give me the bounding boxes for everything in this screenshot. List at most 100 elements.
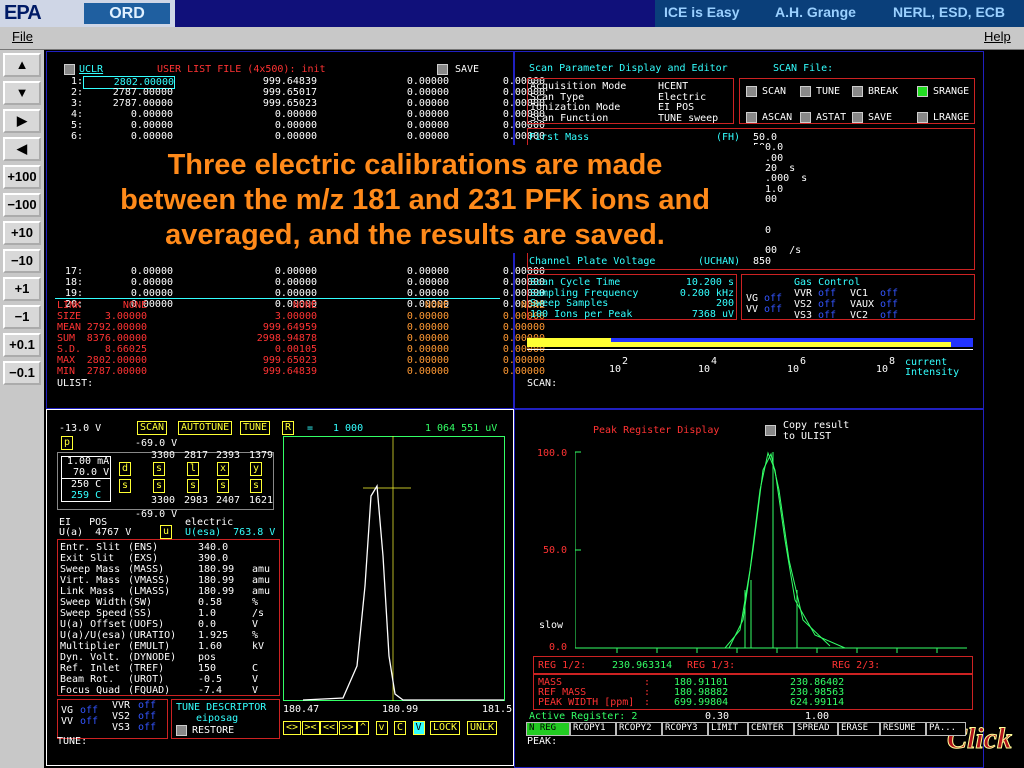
p-button[interactable]: p: [61, 436, 74, 450]
tune-param-value[interactable]: 1.0: [198, 608, 216, 619]
ulist-cell[interactable]: 0.00000: [83, 131, 173, 142]
tune-param-value[interactable]: -0.5: [198, 674, 222, 685]
srange-checkbox[interactable]: [917, 86, 928, 97]
gas-vvr-state[interactable]: off: [818, 288, 836, 299]
d-button[interactable]: d: [119, 462, 132, 476]
s-button-4[interactable]: s: [187, 479, 200, 493]
scan-cycle-value[interactable]: 7368 uV: [658, 309, 734, 320]
scan-cycle-value[interactable]: 10.200 s: [658, 277, 734, 288]
peak-tab-0[interactable]: N REG: [526, 722, 570, 736]
tune-param-value[interactable]: -7.4: [198, 685, 222, 696]
peak-tab-7[interactable]: ERASE: [838, 722, 880, 736]
plus-1-button[interactable]: +1: [3, 277, 41, 301]
break-checkbox[interactable]: [852, 86, 863, 97]
scan-mode-value[interactable]: Electric: [658, 92, 706, 103]
autotune-button[interactable]: AUTOTUNE: [178, 421, 233, 435]
tune-prompt[interactable]: TUNE:: [57, 736, 87, 747]
tune-nav-button[interactable]: <>: [283, 721, 302, 735]
s-button-6[interactable]: s: [250, 479, 263, 493]
tune-nav-button[interactable]: C: [394, 721, 407, 735]
l-button[interactable]: l: [187, 462, 200, 476]
right-arrow-button[interactable]: ▶: [3, 109, 41, 133]
gas-vs3-state[interactable]: off: [818, 310, 836, 321]
gas-vc1-state[interactable]: off: [880, 288, 898, 299]
s-button-3[interactable]: s: [153, 479, 166, 493]
tune-checkbox[interactable]: [800, 86, 811, 97]
peak-tab-6[interactable]: SPREAD: [794, 722, 838, 736]
tune-nav-button[interactable]: <<: [320, 721, 339, 735]
scan-save-checkbox[interactable]: [852, 112, 863, 123]
ulist-save-checkbox[interactable]: [437, 64, 448, 75]
minus-1-button[interactable]: −1: [3, 305, 41, 329]
gas-vs2-state[interactable]: off: [818, 299, 836, 310]
y-button[interactable]: y: [250, 462, 263, 476]
tune-descriptor-value[interactable]: eiposag: [196, 713, 238, 724]
scan-mode-value[interactable]: HCENT: [658, 81, 688, 92]
tune-param-value[interactable]: 0.58: [198, 597, 222, 608]
ulist-prompt[interactable]: ULIST:: [57, 378, 93, 389]
gas-vaux-state[interactable]: off: [880, 299, 898, 310]
tune-param-value[interactable]: 180.99: [198, 564, 234, 575]
peak-tab-4[interactable]: LIMIT: [708, 722, 748, 736]
peak-tab-5[interactable]: CENTER: [748, 722, 794, 736]
tune-nav-button[interactable]: ^: [357, 721, 370, 735]
scan-prompt[interactable]: SCAN:: [527, 378, 557, 389]
scan-cycle-value[interactable]: 0.200 kHz: [658, 288, 734, 299]
scan-mode-value[interactable]: TUNE sweep: [658, 113, 718, 124]
tune-param-value[interactable]: 1.925: [198, 630, 228, 641]
peak-tab-3[interactable]: RCOPY3: [662, 722, 708, 736]
plus-0.1-button[interactable]: +0.1: [3, 333, 41, 357]
unlock-button[interactable]: UNLK: [467, 721, 498, 735]
s-button-5[interactable]: s: [217, 479, 230, 493]
tune-param-value[interactable]: 180.99: [198, 586, 234, 597]
tune-nav-button[interactable]: V: [412, 721, 425, 735]
menu-help[interactable]: Help: [984, 29, 1011, 44]
gas-vg-state[interactable]: off: [764, 293, 782, 304]
copy-result-checkbox[interactable]: [765, 425, 776, 436]
tune-param-value[interactable]: 1.60: [198, 641, 222, 652]
astat-checkbox[interactable]: [800, 112, 811, 123]
peak-tab-8[interactable]: RESUME: [880, 722, 926, 736]
minus-100-button[interactable]: −100: [3, 193, 41, 217]
gas-vv-state[interactable]: off: [764, 304, 782, 315]
tune-vs2-state[interactable]: off: [138, 711, 156, 722]
scan-mode-value[interactable]: EI POS: [658, 102, 694, 113]
ulist-cell[interactable]: 0.00000: [83, 120, 173, 131]
gas-vc2-state[interactable]: off: [880, 310, 898, 321]
plus-10-button[interactable]: +10: [3, 221, 41, 245]
tune-vv-state[interactable]: off: [80, 716, 98, 727]
scan-value[interactable]: 850: [753, 256, 771, 267]
peak-tab-2[interactable]: RCOPY2: [616, 722, 662, 736]
ascan-checkbox[interactable]: [746, 112, 757, 123]
tune-vg-state[interactable]: off: [80, 705, 98, 716]
minus-10-button[interactable]: −10: [3, 249, 41, 273]
left-arrow-button[interactable]: ◀: [3, 137, 41, 161]
peak-prompt[interactable]: PEAK:: [527, 736, 557, 747]
tune-nav-button[interactable]: v: [375, 721, 388, 735]
u-button[interactable]: u: [160, 525, 173, 539]
tune-param-value[interactable]: 340.0: [198, 542, 228, 553]
r-button[interactable]: R: [282, 421, 295, 435]
s-button-1[interactable]: s: [119, 479, 132, 493]
tune-param-value[interactable]: 150: [198, 663, 216, 674]
ulist-cell[interactable]: 2787.00000: [83, 98, 173, 109]
tune-scan-button[interactable]: SCAN: [137, 421, 168, 435]
uclr-checkbox[interactable]: [64, 64, 75, 75]
s-button-2[interactable]: s: [153, 462, 166, 476]
tune-param-value[interactable]: 390.0: [198, 553, 228, 564]
scan-checkbox[interactable]: [746, 86, 757, 97]
tune-button[interactable]: TUNE: [240, 421, 271, 435]
lrange-checkbox[interactable]: [917, 112, 928, 123]
peak-tab-1[interactable]: RCOPY1: [570, 722, 616, 736]
tune-vs3-state[interactable]: off: [138, 722, 156, 733]
x-button[interactable]: x: [217, 462, 230, 476]
ulist-cell[interactable]: 0.00000: [83, 266, 173, 277]
menu-file[interactable]: File: [12, 29, 33, 44]
tune-nav-button[interactable]: >>: [338, 721, 357, 735]
up-arrow-button[interactable]: ▲: [3, 53, 41, 77]
lock-button[interactable]: LOCK: [430, 721, 461, 735]
ulist-cell[interactable]: 2787.00000: [83, 87, 173, 98]
plus-100-button[interactable]: +100: [3, 165, 41, 189]
minus-0.1-button[interactable]: −0.1: [3, 361, 41, 385]
ulist-cell[interactable]: 0.00000: [83, 277, 173, 288]
